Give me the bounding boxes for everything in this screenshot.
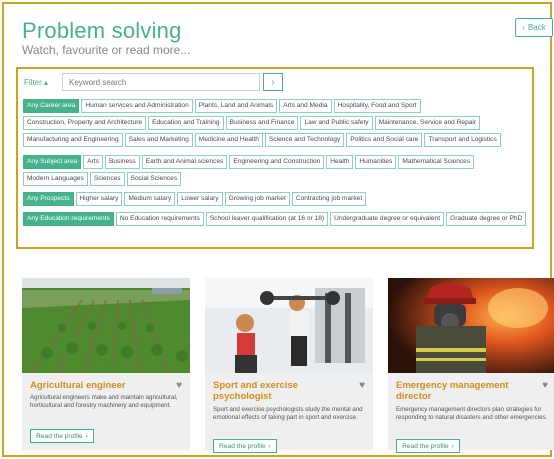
field-photo xyxy=(22,278,190,373)
tag-subject[interactable]: Arts xyxy=(83,155,103,169)
tag-career[interactable]: Human services and Administration xyxy=(81,99,193,113)
tag-career[interactable]: Arts and Media xyxy=(279,99,332,113)
tag-education[interactable]: School leaver qualification (at 16 or 18… xyxy=(205,212,329,226)
tag-career[interactable]: Maintenance, Service and Repair xyxy=(374,116,481,130)
tag-subject[interactable]: Engineering and Construction xyxy=(229,155,325,169)
page-frame: Problem solving Watch, favourite or read… xyxy=(2,2,554,457)
profile-card: Sport and exercise psychologist ♥ Sport … xyxy=(205,278,373,453)
tag-career[interactable]: Education and Training xyxy=(148,116,224,130)
gym-photo xyxy=(205,278,373,373)
profile-card: Emergency management director ♥ Emergenc… xyxy=(388,278,554,453)
read-profile-label: Read the profile xyxy=(219,442,266,450)
back-label: Back xyxy=(527,23,546,32)
tag-subject[interactable]: Earth and Animal sciences xyxy=(141,155,228,169)
card-image-gym[interactable] xyxy=(205,278,373,373)
read-profile-button[interactable]: Read the profile › xyxy=(213,439,277,453)
heart-icon[interactable]: ♥ xyxy=(176,380,182,391)
tag-subject[interactable]: Sciences xyxy=(89,172,125,186)
heart-icon[interactable]: ♥ xyxy=(542,380,548,391)
page-subtitle: Watch, favourite or read more... xyxy=(22,43,191,57)
tag-career[interactable]: Medicine and Health xyxy=(194,133,263,147)
caret-up-icon: ▴ xyxy=(44,78,49,87)
tag-career[interactable]: Manufacturing and Engineering xyxy=(23,133,123,147)
filter-label: Filter xyxy=(24,78,42,87)
tag-career[interactable]: Business and Finance xyxy=(225,116,299,130)
search-button[interactable]: › xyxy=(263,73,283,91)
tag-education[interactable]: Undergraduate degree or equivalent xyxy=(330,212,445,226)
card-title[interactable]: Emergency management director xyxy=(396,380,526,402)
filter-toggle[interactable]: Filter ▴ xyxy=(24,78,48,87)
tag-career[interactable]: Hospitality, Food and Sport xyxy=(333,99,421,113)
card-description: Emergency management directors plan stra… xyxy=(396,406,548,421)
chevron-left-icon: ‹ xyxy=(522,23,525,32)
profile-card: Agricultural engineer ♥ Agricultural eng… xyxy=(22,278,190,450)
card-image-firefighter[interactable] xyxy=(388,278,554,373)
read-profile-button[interactable]: Read the profile › xyxy=(30,429,94,443)
read-profile-label: Read the profile xyxy=(36,432,83,440)
chevron-right-icon: › xyxy=(268,442,271,450)
tag-career[interactable]: Politics and Social care xyxy=(346,133,423,147)
tag-career[interactable]: Transport and Logistics xyxy=(424,133,501,147)
tag-education[interactable]: Graduate degree or PhD xyxy=(446,212,527,226)
read-profile-label: Read the profile xyxy=(402,442,449,450)
tag-subject[interactable]: Modern Languages xyxy=(23,172,88,186)
card-description: Sport and exercise psychologists study t… xyxy=(213,406,363,421)
tag-subject[interactable]: Mathematical Sciences xyxy=(398,155,475,169)
firefighter-photo xyxy=(388,278,554,373)
tag-prospect[interactable]: Medium salary xyxy=(124,192,176,206)
tag-any-prospects[interactable]: Any Prospects xyxy=(23,192,74,206)
keyword-search-input[interactable] xyxy=(62,73,260,91)
tag-any-subject-area[interactable]: Any Subject area xyxy=(23,155,82,169)
subject-area-tags: Any Subject area Arts Business Earth and… xyxy=(23,155,531,186)
card-title[interactable]: Agricultural engineer xyxy=(30,380,160,391)
chevron-right-icon: › xyxy=(271,76,275,88)
tag-career[interactable]: Law and Public safety xyxy=(300,116,373,130)
education-tags: Any Education requirements No Education … xyxy=(23,212,531,226)
back-button[interactable]: ‹ Back xyxy=(515,18,553,37)
heart-icon[interactable]: ♥ xyxy=(359,380,365,391)
prospects-tags: Any Prospects Higher salary Medium salar… xyxy=(23,192,531,206)
tag-career[interactable]: Construction, Property and Architecture xyxy=(23,116,147,130)
tag-prospect[interactable]: Growing job market xyxy=(224,192,290,206)
tag-subject[interactable]: Social Sciences xyxy=(126,172,182,186)
card-title[interactable]: Sport and exercise psychologist xyxy=(213,380,343,402)
tag-subject[interactable]: Health xyxy=(326,155,354,169)
profile-cards: Agricultural engineer ♥ Agricultural eng… xyxy=(22,278,554,453)
tag-prospect[interactable]: Lower salary xyxy=(177,192,223,206)
chevron-right-icon: › xyxy=(85,432,88,440)
career-area-tags: Any Career area Human services and Admin… xyxy=(23,99,531,147)
tag-any-education[interactable]: Any Education requirements xyxy=(23,212,114,226)
read-profile-button[interactable]: Read the profile › xyxy=(396,439,460,453)
card-image-field[interactable] xyxy=(22,278,190,373)
chevron-right-icon: › xyxy=(451,442,454,450)
tag-prospect[interactable]: Contracting job market xyxy=(291,192,367,206)
tag-any-career-area[interactable]: Any Career area xyxy=(23,99,80,113)
tag-career[interactable]: Plants, Land and Animals xyxy=(194,99,278,113)
tag-subject[interactable]: Business xyxy=(104,155,140,169)
tag-subject[interactable]: Humanities xyxy=(355,155,397,169)
page-title: Problem solving xyxy=(22,18,182,43)
tag-prospect[interactable]: Higher salary xyxy=(75,192,123,206)
filter-panel: Filter ▴ › Any Career area Human service… xyxy=(16,67,534,249)
tag-career[interactable]: Science and Technology xyxy=(264,133,345,147)
tag-education[interactable]: No Education requirements xyxy=(115,212,204,226)
card-description: Agricultural engineers make and maintain… xyxy=(30,394,178,409)
tag-career[interactable]: Sales and Marketing xyxy=(124,133,193,147)
